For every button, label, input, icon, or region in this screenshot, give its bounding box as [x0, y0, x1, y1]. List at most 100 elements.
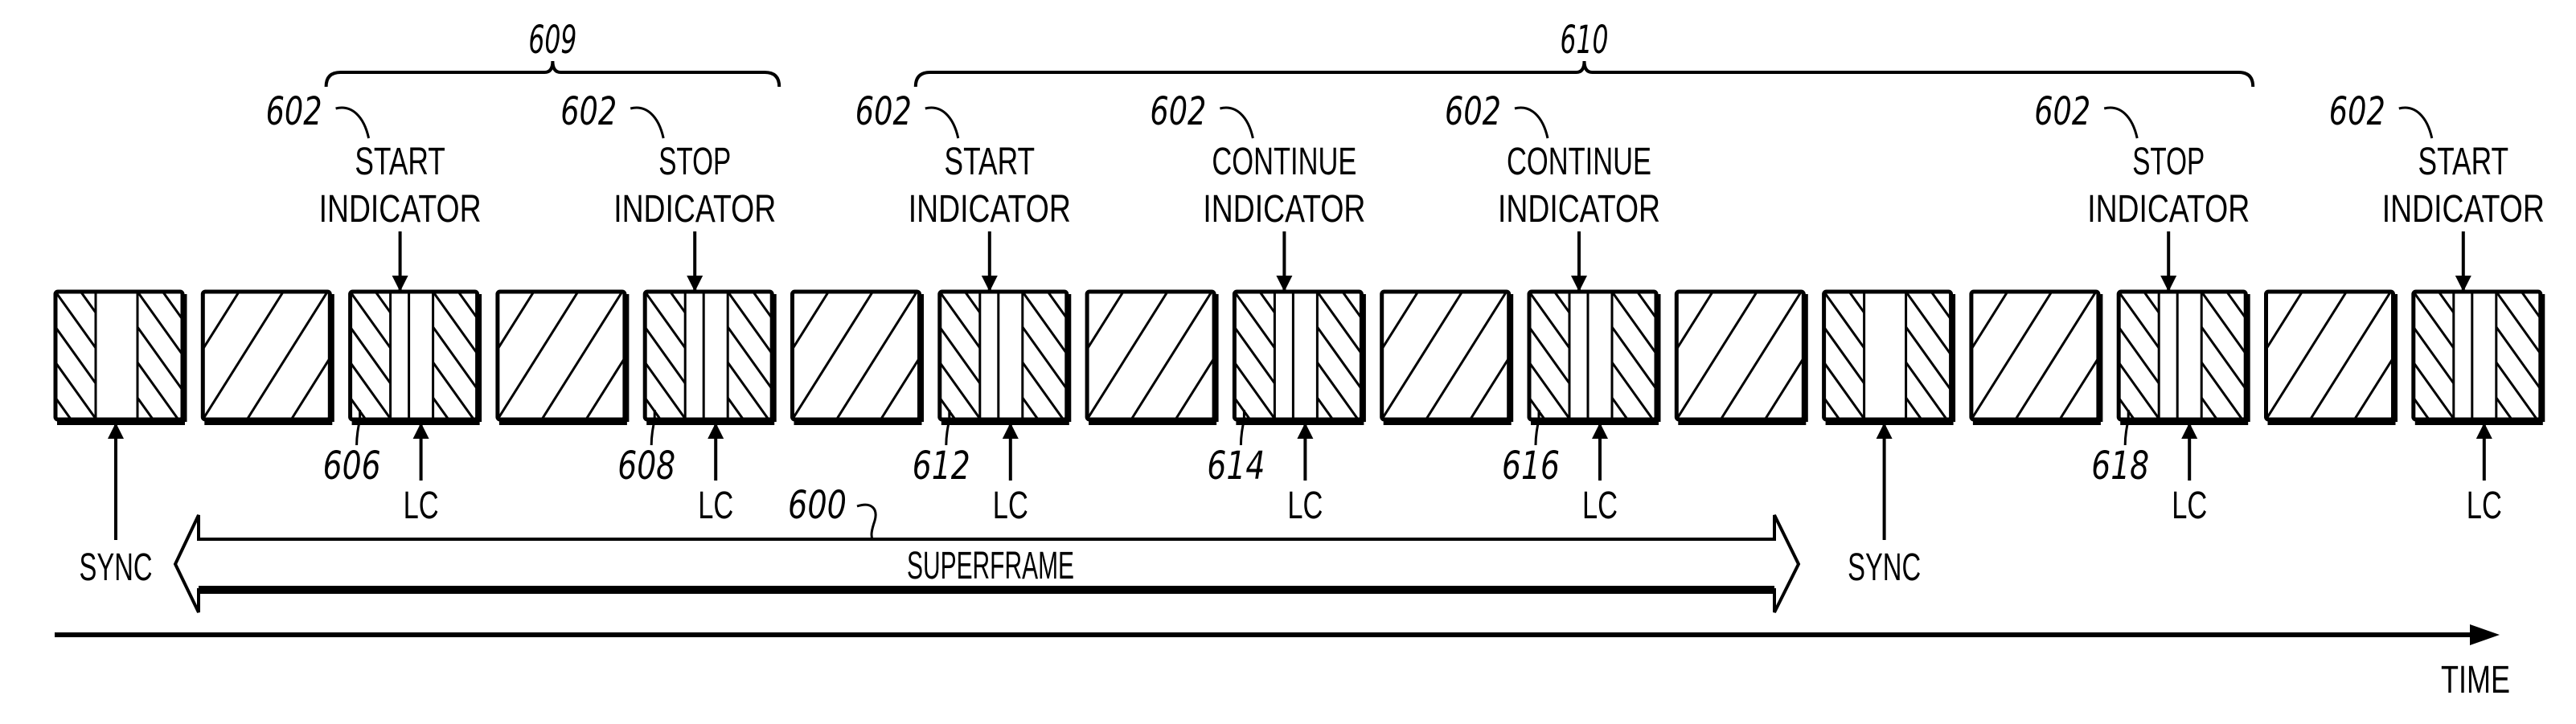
block-outline — [2264, 289, 2395, 422]
hatch-line — [1023, 433, 1067, 495]
hatch-line — [432, 362, 476, 419]
block-outline — [790, 289, 921, 422]
indicator-label-line1: START — [2418, 141, 2509, 183]
block-hatching — [1381, 292, 1595, 419]
hatch-line — [1720, 292, 1803, 419]
block-annotations: LC 606 LC 608 LC 612 LC 614 LC 616 LC 618 LC — [323, 410, 2502, 527]
hatch-line — [1317, 433, 1361, 495]
block-outline — [495, 289, 627, 422]
hatch-line — [1823, 292, 1865, 349]
hatch-line — [136, 292, 183, 356]
hatch-line — [2496, 433, 2541, 495]
hatch-line — [1316, 362, 1360, 419]
block-outline — [1085, 289, 1216, 422]
hatch-line — [1087, 292, 1125, 352]
hatch-line — [2200, 362, 2244, 419]
indicator-label-line2: INDICATOR — [319, 188, 482, 231]
indicator-label-line2: INDICATOR — [2087, 188, 2250, 231]
control-annotation: LC 608 — [617, 410, 733, 527]
hatch-line — [1971, 292, 2009, 352]
time-axis: TIME — [55, 624, 2510, 702]
hatch-line — [1971, 292, 2053, 419]
lc-label: LC — [1582, 485, 1618, 527]
indicator-labels: 602 START INDICATOR 602 STOP INDICATOR 602 STAR… — [266, 89, 2545, 292]
lc-label: LC — [698, 485, 733, 527]
control-annotation: LC 606 — [323, 410, 439, 527]
hatch-line — [55, 362, 97, 419]
lc-label: LC — [404, 485, 439, 527]
hatch-line — [350, 362, 392, 419]
hatch-line — [2266, 292, 2303, 352]
hatch-line — [726, 397, 745, 419]
hatch-line — [1021, 397, 1040, 419]
indicator-ref-number: 602 — [855, 89, 912, 134]
hatch-line — [2495, 326, 2541, 390]
indicator-continue: 602CONTINUE INDICATOR — [1445, 89, 1660, 292]
hatch-line — [2309, 292, 2392, 419]
hatch-line — [2200, 326, 2246, 390]
block-outline — [1674, 289, 1806, 422]
lc-label: LC — [2467, 485, 2502, 527]
hatch-line — [497, 292, 535, 352]
hatch-line — [55, 397, 73, 419]
hatch-line — [1021, 292, 1067, 354]
hatch-line — [1234, 292, 1276, 349]
hatch-line — [2413, 362, 2455, 419]
indicator-ref-number: 602 — [1445, 89, 1501, 134]
indicator-ref-number: 602 — [2329, 89, 2385, 134]
hatch-line — [2413, 397, 2430, 419]
hatch-line — [497, 292, 580, 419]
hatch-line — [1553, 292, 1571, 313]
hatch-line — [1612, 433, 1656, 495]
block-ref-leader — [1239, 410, 1245, 446]
hatch-line — [2119, 362, 2160, 419]
indicator-ref-number: 602 — [560, 89, 617, 134]
hatch-line — [350, 326, 392, 384]
frame-block-hatch — [1969, 289, 2184, 425]
control-annotation: LC — [2467, 423, 2502, 527]
hatch-line — [963, 292, 982, 313]
block-ref-number: 606 — [323, 444, 381, 489]
hatch-line — [2414, 433, 2454, 489]
hatch-line — [1234, 326, 1276, 384]
hatch-line — [374, 292, 392, 313]
bracket-ref-number: 610 — [1561, 18, 1609, 63]
block-ref-number: 616 — [1502, 444, 1560, 489]
block-hatching — [1676, 292, 1804, 419]
hatch-line — [136, 397, 155, 419]
indicator-continue: 602CONTINUE INDICATOR — [1150, 89, 1365, 292]
hatch-line — [1220, 292, 1300, 419]
block-hatching — [792, 292, 920, 419]
hatch-line — [1823, 362, 1865, 419]
hatch-line — [79, 292, 97, 313]
hatch-line — [792, 292, 874, 419]
hatch-line — [1316, 326, 1362, 390]
hatch-line — [1515, 292, 1595, 419]
indicator-start: 602 START INDICATOR — [2329, 89, 2545, 292]
hatch-line — [1257, 292, 1276, 313]
hatch-line — [2104, 292, 2184, 419]
indicator-label-line2: INDICATOR — [1498, 188, 1660, 231]
hatch-line — [645, 292, 687, 349]
bracket-path — [913, 60, 2255, 88]
hatch-line — [1905, 397, 1923, 419]
hatch-line — [1021, 326, 1067, 390]
hatch-line — [1087, 292, 1169, 419]
frame-block-hatch — [1380, 289, 1595, 425]
block-ref-number: 608 — [617, 444, 675, 489]
sync-marker: SYNC — [80, 423, 153, 589]
lc-label: LC — [2172, 485, 2207, 527]
block-hatching — [2266, 292, 2393, 419]
hatch-line — [792, 292, 830, 352]
indicator-label-line1: CONTINUE — [1507, 141, 1651, 183]
hatch-line — [246, 292, 329, 419]
hatch-line — [350, 292, 392, 349]
hatch-line — [1381, 292, 1463, 419]
hatch-line — [1823, 397, 1841, 419]
block-hatching — [1971, 292, 2184, 419]
hatch-line — [1905, 362, 1949, 419]
hatch-line — [2201, 433, 2246, 495]
indicator-start: 602 START INDICATOR — [266, 89, 482, 292]
frame-block-hatch — [1674, 289, 1808, 425]
hatch-line — [1824, 433, 1864, 489]
